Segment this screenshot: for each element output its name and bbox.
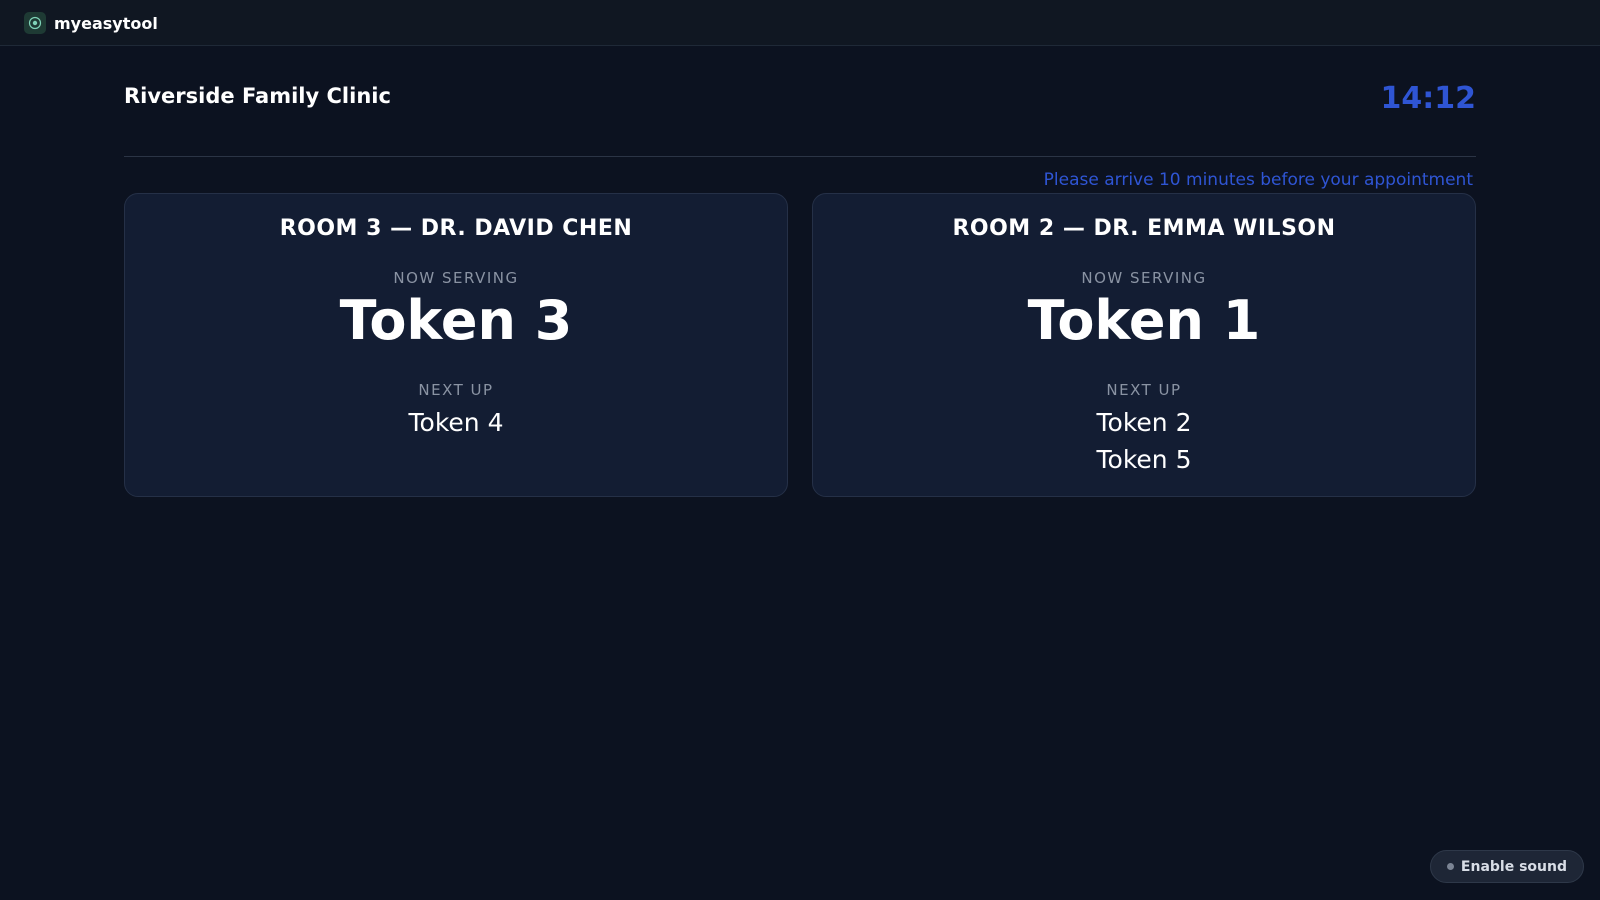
- clinic-title: Riverside Family Clinic: [124, 84, 391, 108]
- now-serving-label: NOW SERVING: [1081, 269, 1207, 287]
- appointment-notice: Please arrive 10 minutes before your app…: [1043, 170, 1473, 190]
- enable-sound-button[interactable]: Enable sound: [1429, 850, 1584, 883]
- next-up-list: Token 2 Token 5: [813, 404, 1475, 478]
- now-serving-label: NOW SERVING: [393, 269, 519, 287]
- next-up-token: Token 4: [408, 408, 504, 437]
- brand[interactable]: myeasytool: [24, 12, 158, 34]
- room-title: ROOM 3 — DR. DAVID CHEN: [279, 216, 633, 241]
- next-up-token: Token 5: [1096, 445, 1192, 474]
- next-up-token: Token 2: [1096, 408, 1192, 437]
- brand-name: myeasytool: [54, 13, 158, 33]
- status-dot-icon: [1446, 863, 1454, 870]
- now-serving-token: Token 1: [1027, 289, 1261, 352]
- room-card-room-2: ROOM 2 — DR. EMMA WILSON NOW SERVING Tok…: [812, 193, 1476, 497]
- room-title: ROOM 2 — DR. EMMA WILSON: [952, 216, 1336, 241]
- enable-sound-label: Enable sound: [1460, 858, 1567, 875]
- header-divider: [124, 156, 1476, 157]
- next-up-label: NEXT UP: [418, 381, 494, 399]
- clock: 14:12: [1380, 81, 1477, 116]
- now-serving-token: Token 3: [339, 289, 573, 352]
- next-up-label: NEXT UP: [1106, 381, 1182, 399]
- logo-icon: [24, 12, 46, 34]
- next-up-list: Token 4: [125, 404, 787, 441]
- room-card-room-3: ROOM 3 — DR. DAVID CHEN NOW SERVING Toke…: [124, 193, 788, 497]
- top-bar: myeasytool: [0, 0, 1600, 46]
